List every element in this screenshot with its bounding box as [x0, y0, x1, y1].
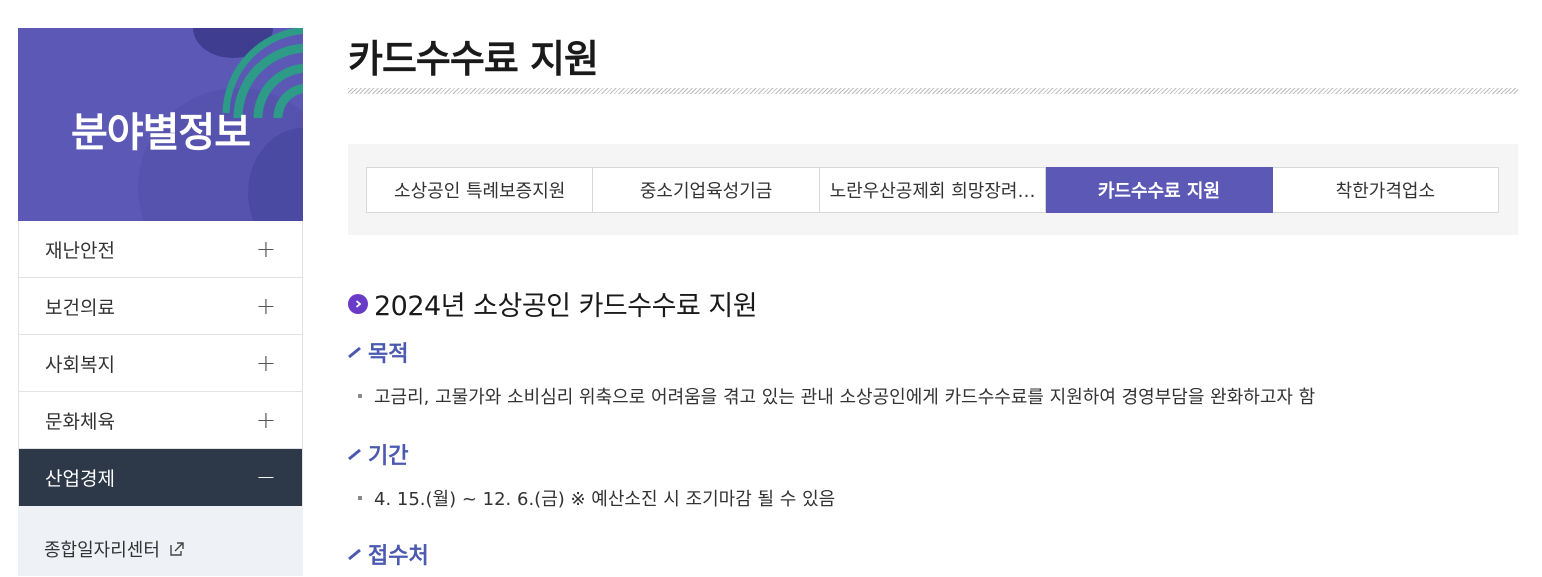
sidebar-item-label: 재난안전: [45, 239, 115, 262]
tab-yellow-umbrella[interactable]: 노란우산공제회 희망장려…: [819, 167, 1047, 213]
sidebar-banner-title: 분야별정보: [71, 110, 251, 156]
tab-small-business-guarantee[interactable]: 소상공인 특례보증지원: [366, 167, 594, 213]
sidebar-item-industry-economy[interactable]: 산업경제 −: [19, 449, 302, 506]
slash-bullet-icon: [348, 448, 361, 461]
sidebar-banner: 분야별정보: [18, 28, 303, 221]
square-bullet-icon: [358, 496, 362, 500]
page-title: 카드수수료 지원: [348, 37, 599, 81]
period-text: 4. 15.(월) ~ 12. 6.(금) ※ 예산소진 시 조기마감 될 수 …: [358, 485, 835, 511]
collapse-minus-icon: −: [255, 463, 276, 491]
sidebar-item-label: 산업경제: [45, 467, 115, 490]
title-divider: [348, 88, 1518, 94]
tab-good-price-store[interactable]: 착한가격업소: [1272, 167, 1500, 213]
purpose-text: 고금리, 고물가와 소비심리 위축으로 어려움을 겪고 있는 관내 소상공인에게…: [358, 383, 1315, 409]
expand-plus-icon: +: [255, 349, 276, 377]
sidebar-menu: 재난안전 + 보건의료 + 사회복지 + 문화체육 + 산업경제 −: [18, 221, 303, 506]
slash-bullet-icon: [348, 346, 361, 359]
sidebar-item-disaster-safety[interactable]: 재난안전 +: [19, 221, 302, 278]
sidebar-item-social-welfare[interactable]: 사회복지 +: [19, 335, 302, 392]
subhead-reception: 접수처: [348, 538, 429, 570]
chevron-right-icon: [348, 293, 368, 314]
square-bullet-icon: [358, 394, 362, 398]
expand-plus-icon: +: [255, 235, 276, 263]
expand-plus-icon: +: [255, 406, 276, 434]
subhead-period: 기간: [348, 438, 408, 470]
subhead-purpose: 목적: [348, 336, 408, 368]
sidebar-subitem-label: 종합일자리센터: [44, 540, 160, 561]
sidebar-item-culture-sports[interactable]: 문화체육 +: [19, 392, 302, 449]
tab-card-fee-support[interactable]: 카드수수료 지원: [1046, 167, 1273, 213]
sidebar-item-label: 보건의료: [45, 296, 115, 319]
expand-plus-icon: +: [255, 292, 276, 320]
tab-bar: 소상공인 특례보증지원 중소기업육성기금 노란우산공제회 희망장려… 카드수수료…: [348, 144, 1518, 235]
slash-bullet-icon: [348, 548, 361, 561]
section-title: 2024년 소상공인 카드수수료 지원: [348, 284, 758, 323]
tab-sme-fund[interactable]: 중소기업육성기금: [593, 167, 820, 213]
sidebar-item-health-medical[interactable]: 보건의료 +: [19, 278, 302, 335]
sidebar: 분야별정보 재난안전 + 보건의료 + 사회복지 + 문화체육 + 산업경제 −…: [18, 28, 303, 577]
sidebar-item-label: 문화체육: [45, 410, 115, 433]
external-link-icon: [170, 542, 184, 556]
sidebar-subitem-job-center[interactable]: 종합일자리센터: [18, 506, 303, 576]
sidebar-item-label: 사회복지: [45, 353, 115, 376]
